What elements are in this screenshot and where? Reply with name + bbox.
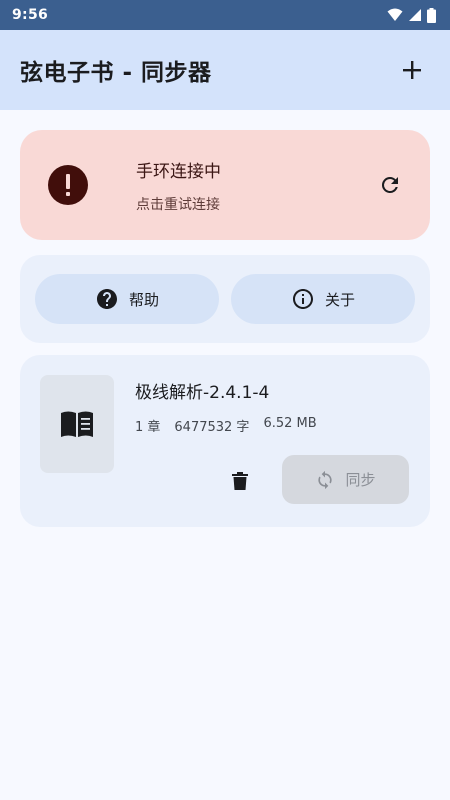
book-meta: 1 章 6477532 字 6.52 MB	[135, 416, 317, 435]
help-label: 帮助	[128, 290, 159, 309]
add-icon	[403, 61, 421, 79]
status-bar: 9:56	[0, 0, 450, 30]
refresh-icon	[381, 177, 398, 193]
signal-icon	[409, 9, 421, 21]
book-chars: 6477532 字	[174, 420, 250, 435]
book-chapters: 1 章	[135, 420, 161, 435]
about-button[interactable]: 关于	[231, 274, 415, 324]
app-bar: 弦电子书 - 同步器	[0, 30, 450, 110]
sync-icon	[318, 470, 333, 489]
page-title: 弦电子书 - 同步器	[20, 60, 212, 86]
connection-title: 手环连接中	[136, 161, 221, 182]
connection-status-card[interactable]: 手环连接中 点击重试连接	[20, 130, 430, 240]
about-label: 关于	[324, 290, 355, 309]
status-icons	[387, 7, 436, 23]
status-time: 9:56	[12, 7, 49, 23]
help-button[interactable]: 帮助	[35, 274, 219, 324]
connection-texts: 手环连接中 点击重试连接	[136, 157, 374, 214]
info-icon	[292, 289, 313, 309]
delete-button[interactable]	[226, 467, 254, 495]
book-icon	[61, 411, 93, 437]
book-size: 6.52 MB	[263, 416, 317, 431]
add-button[interactable]	[394, 52, 430, 88]
delete-icon	[232, 472, 248, 490]
connection-subtitle: 点击重试连接	[136, 196, 220, 213]
book-cover	[40, 375, 114, 473]
wifi-icon	[387, 8, 403, 21]
battery-icon	[427, 7, 436, 23]
actions-card: 帮助 关于	[20, 255, 430, 343]
help-icon	[96, 289, 117, 309]
book-title: 极线解析-2.4.1-4	[135, 383, 270, 403]
sync-label: 同步	[345, 471, 376, 489]
alert-icon	[48, 165, 88, 205]
book-card[interactable]: 极线解析-2.4.1-4 1 章 6477532 字 6.52 MB 同步	[20, 355, 430, 527]
sync-button[interactable]: 同步	[282, 455, 409, 504]
refresh-button[interactable]	[374, 169, 406, 201]
